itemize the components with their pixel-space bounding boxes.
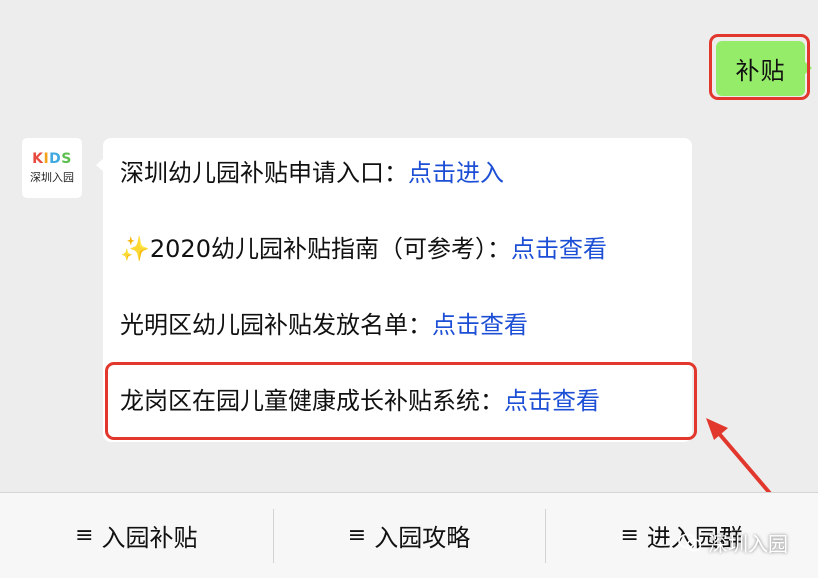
chat-area: 补贴 KIDS 深圳入园 深圳幼儿园补贴申请入口：点击进入 ✨2020幼儿园补贴…	[0, 0, 818, 500]
menu-item-label: 入园攻略	[374, 524, 471, 552]
wechat-icon	[678, 533, 702, 551]
menu-lines-icon: ≡	[620, 523, 639, 548]
menu-item-guide[interactable]: ≡ 入园攻略	[272, 493, 546, 578]
menu-lines-icon: ≡	[347, 523, 367, 548]
menu-item-label: 入园补贴	[101, 524, 198, 552]
menu-item-subsidy[interactable]: ≡ 入园补贴	[0, 493, 273, 578]
wechat-watermark: 深圳入园	[678, 528, 788, 557]
menu-lines-icon: ≡	[75, 523, 94, 548]
watermark-text: 深圳入园	[708, 532, 788, 556]
